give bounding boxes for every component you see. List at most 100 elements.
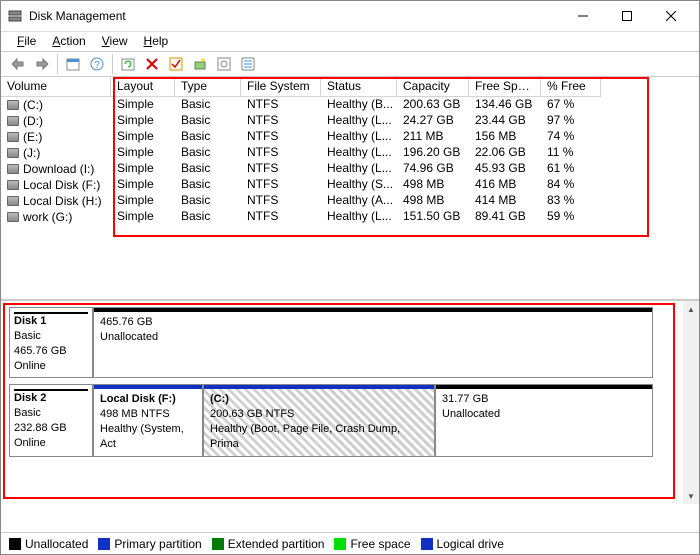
table-row[interactable]: (C:)SimpleBasicNTFSHealthy (B...200.63 G… — [1, 97, 699, 113]
partition[interactable]: 465.76 GBUnallocated — [93, 307, 653, 378]
menu-action[interactable]: Action — [44, 32, 93, 51]
partition[interactable]: 31.77 GBUnallocated — [435, 384, 653, 456]
col-layout[interactable]: Layout — [111, 77, 175, 97]
volume-header: Volume Layout Type File System Status Ca… — [1, 77, 699, 97]
table-row[interactable]: (D:)SimpleBasicNTFSHealthy (L...24.27 GB… — [1, 113, 699, 129]
help-icon[interactable]: ? — [86, 53, 108, 75]
vol-pct: 97 % — [541, 113, 601, 129]
vol-name: work (G:) — [23, 210, 72, 224]
vol-pct: 84 % — [541, 177, 601, 193]
disk-state: Online — [14, 360, 46, 372]
partition[interactable]: (C:)200.63 GB NTFSHealthy (Boot, Page Fi… — [203, 384, 435, 456]
forward-button[interactable] — [31, 53, 53, 75]
vol-type: Basic — [175, 97, 241, 113]
calendar-icon[interactable] — [62, 53, 84, 75]
vol-free: 414 MB — [469, 193, 541, 209]
legend-extended: Extended partition — [228, 537, 325, 551]
vol-free: 89.41 GB — [469, 209, 541, 225]
disk-info[interactable]: Disk 1Basic465.76 GBOnline — [9, 307, 93, 378]
drive-icon — [7, 180, 19, 190]
table-row[interactable]: Local Disk (F:)SimpleBasicNTFSHealthy (S… — [1, 177, 699, 193]
table-row[interactable]: Local Disk (H:)SimpleBasicNTFSHealthy (A… — [1, 193, 699, 209]
window-title: Disk Management — [29, 9, 561, 23]
minimize-button[interactable] — [561, 1, 605, 31]
vol-pct: 61 % — [541, 161, 601, 177]
drive-icon — [7, 196, 19, 206]
vol-status: Healthy (L... — [321, 145, 397, 161]
app-icon — [7, 8, 23, 24]
vol-cap: 498 MB — [397, 193, 469, 209]
table-row[interactable]: (J:)SimpleBasicNTFSHealthy (L...196.20 G… — [1, 145, 699, 161]
volume-list-pane: Volume Layout Type File System Status Ca… — [1, 77, 699, 301]
refresh-icon[interactable] — [117, 53, 139, 75]
vol-cap: 196.20 GB — [397, 145, 469, 161]
titlebar: Disk Management — [1, 1, 699, 31]
vol-cap: 151.50 GB — [397, 209, 469, 225]
vol-name: (C:) — [23, 98, 43, 112]
scroll-down-icon[interactable]: ▼ — [683, 488, 699, 504]
col-capacity[interactable]: Capacity — [397, 77, 469, 97]
vol-name: (E:) — [23, 130, 42, 144]
part-line1: 465.76 GB — [100, 316, 153, 328]
legend-primary: Primary partition — [114, 537, 201, 551]
col-status[interactable]: Status — [321, 77, 397, 97]
col-free[interactable]: Free Spa... — [469, 77, 541, 97]
disk-map: Local Disk (F:)498 MB NTFSHealthy (Syste… — [93, 384, 679, 456]
close-button[interactable] — [649, 1, 693, 31]
menu-view[interactable]: View — [94, 32, 136, 51]
col-fs[interactable]: File System — [241, 77, 321, 97]
partition[interactable]: Local Disk (F:)498 MB NTFSHealthy (Syste… — [93, 384, 203, 456]
vol-cap: 200.63 GB — [397, 97, 469, 113]
vol-pct: 59 % — [541, 209, 601, 225]
disk-info[interactable]: Disk 2Basic232.88 GBOnline — [9, 384, 93, 456]
vol-name: Local Disk (F:) — [23, 178, 100, 192]
maximize-button[interactable] — [605, 1, 649, 31]
scroll-up-icon[interactable]: ▲ — [683, 301, 699, 317]
vol-layout: Simple — [111, 145, 175, 161]
col-pctfree[interactable]: % Free — [541, 77, 601, 97]
table-row[interactable]: work (G:)SimpleBasicNTFSHealthy (L...151… — [1, 209, 699, 225]
vol-cap: 24.27 GB — [397, 113, 469, 129]
col-volume[interactable]: Volume — [1, 77, 111, 97]
disk-type: Basic — [14, 407, 41, 419]
vol-name: (D:) — [23, 114, 43, 128]
table-row[interactable]: Download (I:)SimpleBasicNTFSHealthy (L..… — [1, 161, 699, 177]
drive-icon — [7, 100, 19, 110]
settings-icon[interactable] — [213, 53, 235, 75]
part-line1: 200.63 GB NTFS — [210, 408, 294, 420]
menu-help[interactable]: Help — [136, 32, 177, 51]
vol-type: Basic — [175, 113, 241, 129]
legend-freespace: Free space — [350, 537, 410, 551]
part-title: Local Disk (F:) — [100, 393, 176, 405]
vol-status: Healthy (L... — [321, 129, 397, 145]
vol-fs: NTFS — [241, 97, 321, 113]
drive-icon — [7, 132, 19, 142]
vol-status: Healthy (S... — [321, 177, 397, 193]
back-button[interactable] — [7, 53, 29, 75]
vol-layout: Simple — [111, 209, 175, 225]
vol-pct: 74 % — [541, 129, 601, 145]
vol-type: Basic — [175, 161, 241, 177]
scrollbar[interactable] — [683, 301, 699, 504]
table-row[interactable]: (E:)SimpleBasicNTFSHealthy (L...211 MB15… — [1, 129, 699, 145]
legend-logical: Logical drive — [437, 537, 504, 551]
vol-status: Healthy (B... — [321, 97, 397, 113]
part-line2: Unallocated — [442, 408, 500, 420]
list-icon[interactable] — [237, 53, 259, 75]
vol-fs: NTFS — [241, 129, 321, 145]
drive-icon — [7, 148, 19, 158]
disk-row: Disk 2Basic232.88 GBOnlineLocal Disk (F:… — [9, 384, 699, 456]
vol-free: 22.06 GB — [469, 145, 541, 161]
vol-free: 416 MB — [469, 177, 541, 193]
disk-map: 465.76 GBUnallocated — [93, 307, 679, 378]
drive-icon — [7, 212, 19, 222]
delete-icon[interactable] — [141, 53, 163, 75]
check-icon[interactable] — [165, 53, 187, 75]
vol-status: Healthy (A... — [321, 193, 397, 209]
menu-file[interactable]: File — [9, 32, 44, 51]
vol-cap: 74.96 GB — [397, 161, 469, 177]
svg-text:?: ? — [94, 60, 100, 71]
col-type[interactable]: Type — [175, 77, 241, 97]
vol-name: Download (I:) — [23, 162, 94, 176]
new-disk-icon[interactable] — [189, 53, 211, 75]
